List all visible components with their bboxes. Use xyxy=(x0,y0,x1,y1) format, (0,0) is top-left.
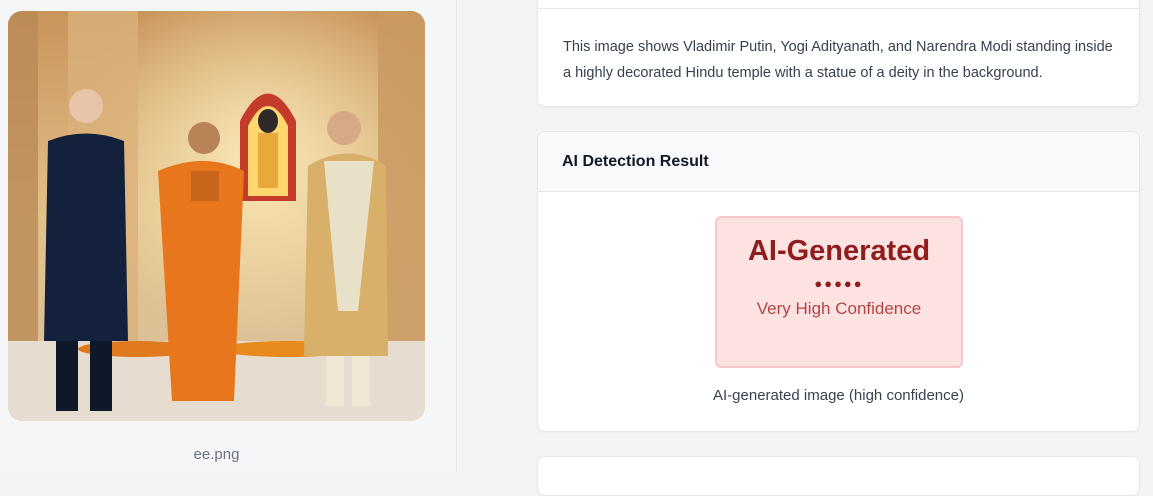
next-card xyxy=(537,456,1140,496)
uploaded-image[interactable] xyxy=(8,11,425,421)
image-filename: ee.png xyxy=(193,446,240,463)
description-card: This image shows Vladimir Putin, Yogi Ad… xyxy=(537,0,1140,107)
ai-detection-header: AI Detection Result xyxy=(538,132,1139,192)
verdict-title: AI-Generated xyxy=(747,235,931,267)
confidence-dots: ●●●●● xyxy=(814,276,864,291)
result-caption: AI-generated image (high confidence) xyxy=(713,387,964,404)
verdict-box: AI-Generated ●●●●● Very High Confidence xyxy=(715,216,963,368)
image-description: This image shows Vladimir Putin, Yogi Ad… xyxy=(563,39,1113,81)
confidence-label: Very High Confidence xyxy=(756,299,922,318)
image-preview-panel: ee.png xyxy=(0,0,457,472)
results-panel: This image shows Vladimir Putin, Yogi Ad… xyxy=(474,0,1153,496)
card-divider xyxy=(538,8,1139,9)
ai-detection-card: AI Detection Result AI-Generated ●●●●● V… xyxy=(537,131,1140,432)
